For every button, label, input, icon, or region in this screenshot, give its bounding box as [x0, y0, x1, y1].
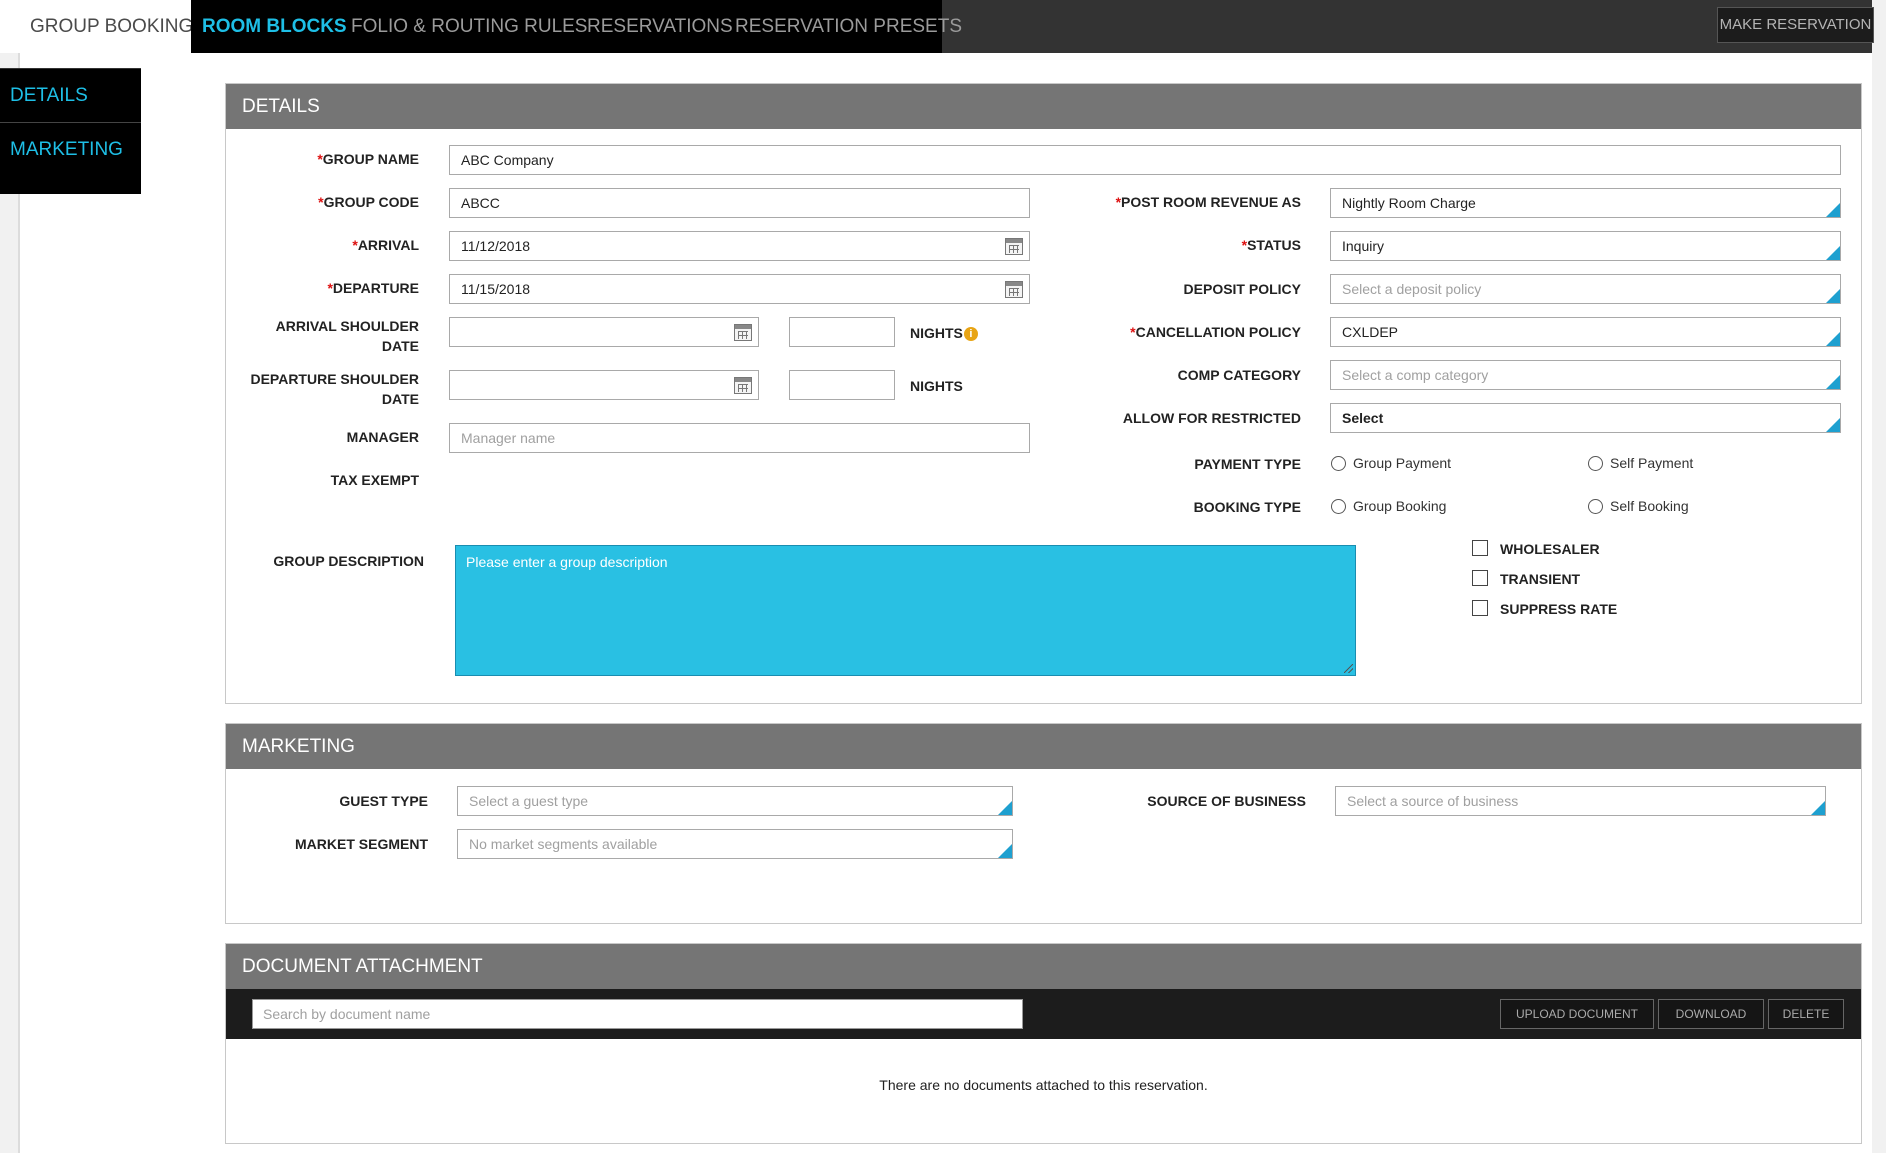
group-code-label: *GROUP CODE: [318, 194, 419, 210]
group-booking-radio[interactable]: [1331, 499, 1346, 514]
document-search-input[interactable]: Search by document name: [252, 999, 1023, 1029]
wholesaler-checkbox[interactable]: [1472, 540, 1488, 556]
arrival-label: *ARRIVAL: [352, 237, 419, 253]
departure-shoulder-nights-input[interactable]: [789, 370, 895, 400]
comp-category-label: COMP CATEGORY: [1177, 367, 1301, 383]
group-payment-radio[interactable]: [1331, 456, 1346, 471]
tax-exempt-label: TAX EXEMPT: [330, 472, 419, 488]
upload-document-button[interactable]: UPLOAD DOCUMENT: [1500, 999, 1654, 1029]
group-code-input[interactable]: ABCC: [449, 188, 1030, 218]
calendar-icon[interactable]: [734, 324, 752, 341]
source-of-business-label: SOURCE OF BUSINESS: [1147, 793, 1306, 809]
arrival-shoulder-date-label: ARRIVAL SHOULDER DATE: [275, 318, 419, 354]
guest-type-select[interactable]: Select a guest type: [457, 786, 1013, 816]
source-of-business-select[interactable]: Select a source of business: [1335, 786, 1826, 816]
booking-type-label: BOOKING TYPE: [1193, 499, 1301, 515]
self-booking-label: Self Booking: [1610, 498, 1689, 514]
market-segment-label: MARKET SEGMENT: [295, 836, 428, 852]
allow-restricted-label: ALLOW FOR RESTRICTED: [1122, 410, 1301, 426]
status-select[interactable]: Inquiry: [1330, 231, 1841, 261]
marketing-section-title: MARKETING: [226, 724, 1861, 769]
group-description-textarea[interactable]: Please enter a group description: [455, 545, 1356, 676]
cancellation-policy-select[interactable]: CXLDEP: [1330, 317, 1841, 347]
arrival-shoulder-nights-input[interactable]: [789, 317, 895, 347]
departure-shoulder-nights-label: NIGHTS: [910, 378, 963, 394]
arrival-shoulder-date-input[interactable]: [449, 317, 759, 347]
no-documents-message: There are no documents attached to this …: [879, 1077, 1208, 1093]
make-reservation-button[interactable]: MAKE RESERVATION: [1717, 7, 1874, 43]
status-label: *STATUS: [1241, 237, 1301, 253]
market-segment-select[interactable]: No market segments available: [457, 829, 1013, 859]
calendar-icon[interactable]: [734, 377, 752, 394]
tab-reservations[interactable]: RESERVATIONS: [587, 0, 733, 53]
document-toolbar: Search by document name UPLOAD DOCUMENT …: [226, 989, 1861, 1039]
calendar-icon[interactable]: [1005, 238, 1023, 255]
scrollbar[interactable]: [1872, 0, 1886, 1153]
cancellation-policy-label: *CANCELLATION POLICY: [1130, 324, 1301, 340]
left-gutter: [0, 53, 20, 1153]
side-navigation: DETAILS MARKETING: [0, 68, 141, 194]
departure-label: *DEPARTURE: [327, 280, 419, 296]
document-attachment-section: DOCUMENT ATTACHMENT Search by document n…: [225, 943, 1862, 1144]
departure-shoulder-date-input[interactable]: [449, 370, 759, 400]
suppress-rate-checkbox[interactable]: [1472, 600, 1488, 616]
group-description-label: GROUP DESCRIPTION: [273, 553, 424, 569]
group-payment-label: Group Payment: [1353, 455, 1452, 471]
guest-type-label: GUEST TYPE: [339, 793, 428, 809]
transient-checkbox[interactable]: [1472, 570, 1488, 586]
comp-category-select[interactable]: Select a comp category: [1330, 360, 1841, 390]
arrival-date-input[interactable]: 11/12/2018: [449, 231, 1030, 261]
self-booking-radio[interactable]: [1588, 499, 1603, 514]
post-room-revenue-label: *POST ROOM REVENUE AS: [1115, 194, 1301, 210]
tab-room-blocks[interactable]: ROOM BLOCKS: [202, 0, 347, 53]
wholesaler-label: WHOLESALER: [1500, 541, 1600, 557]
details-section: DETAILS *GROUP NAME ABC Company *GROUP C…: [225, 83, 1862, 704]
resize-handle-icon[interactable]: [1344, 664, 1353, 673]
tab-reservation-presets[interactable]: RESERVATION PRESETS: [735, 0, 962, 53]
info-icon[interactable]: i: [963, 327, 978, 342]
marketing-section: MARKETING GUEST TYPE Select a guest type…: [225, 723, 1862, 924]
transient-label: TRANSIENT: [1500, 571, 1581, 587]
payment-type-label: PAYMENT TYPE: [1194, 456, 1301, 472]
deposit-policy-select[interactable]: Select a deposit policy: [1330, 274, 1841, 304]
manager-input[interactable]: Manager name: [449, 423, 1030, 453]
group-name-input[interactable]: ABC Company: [449, 145, 1841, 175]
arrival-shoulder-nights-label: NIGHTS i: [910, 324, 978, 342]
top-navigation-bar: GROUP BOOKING ROOM BLOCKS FOLIO & ROUTIN…: [0, 0, 1874, 53]
manager-label: MANAGER: [346, 429, 419, 445]
self-payment-label: Self Payment: [1610, 455, 1694, 471]
calendar-icon[interactable]: [1005, 281, 1023, 298]
allow-restricted-select[interactable]: Select: [1330, 403, 1841, 433]
tab-folio-routing-rules[interactable]: FOLIO & ROUTING RULES: [351, 0, 587, 53]
document-attachment-title: DOCUMENT ATTACHMENT: [226, 944, 1861, 989]
sidenav-item-marketing[interactable]: MARKETING: [0, 123, 141, 177]
delete-button[interactable]: DELETE: [1768, 999, 1844, 1029]
departure-shoulder-date-label: DEPARTURE SHOULDER DATE: [250, 371, 419, 407]
suppress-rate-label: SUPPRESS RATE: [1500, 601, 1618, 617]
post-room-revenue-select[interactable]: Nightly Room Charge: [1330, 188, 1841, 218]
group-booking-label: Group Booking: [1353, 498, 1447, 514]
tab-group-booking[interactable]: GROUP BOOKING: [0, 0, 193, 53]
self-payment-radio[interactable]: [1588, 456, 1603, 471]
deposit-policy-label: DEPOSIT POLICY: [1183, 281, 1301, 297]
sidenav-item-details[interactable]: DETAILS: [0, 69, 141, 123]
group-name-label: *GROUP NAME: [317, 151, 419, 167]
download-button[interactable]: DOWNLOAD: [1658, 999, 1764, 1029]
details-section-title: DETAILS: [226, 84, 1861, 129]
departure-date-input[interactable]: 11/15/2018: [449, 274, 1030, 304]
